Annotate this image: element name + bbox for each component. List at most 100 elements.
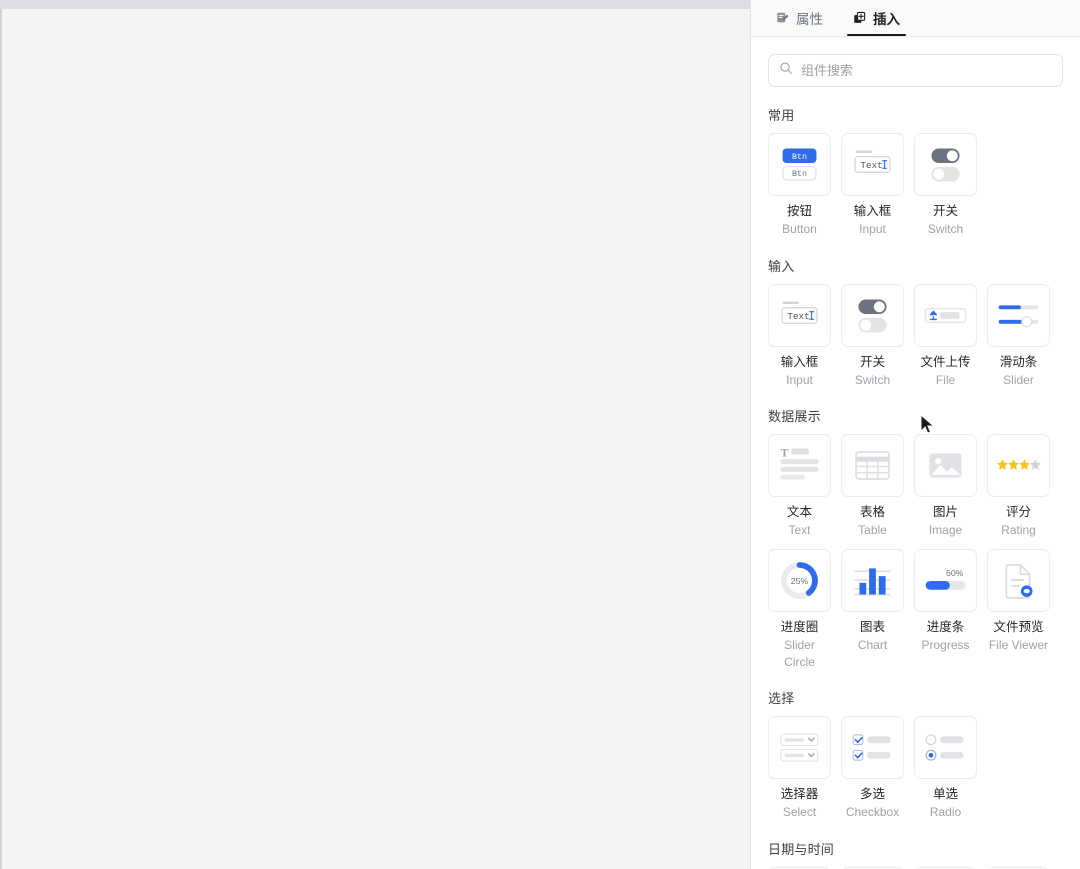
component-card-image[interactable]: 图片 Image [914,434,977,539]
component-search-box[interactable] [768,54,1063,87]
component-label-cn: 表格 [859,505,885,520]
svg-text:Text: Text [860,160,882,171]
component-card-select[interactable]: 选择器 Select [768,716,831,821]
svg-text:Btn: Btn [792,153,807,162]
component-label-cn: 进度条 [926,620,965,635]
component-card-slider[interactable]: 滑动条 Slider [987,283,1050,389]
component-card-table[interactable]: 表格 Table [841,434,904,539]
panel-tabbar: 属性 插入 [751,0,1080,37]
component-card-text[interactable]: T 文本 Text [768,434,831,539]
component-grid-input: Text 输入框 Input 开关 Switch 文件上传 File 滑动条 S… [768,283,1063,389]
component-card-rating[interactable]: 评分 Rating [987,434,1050,539]
component-label-en: Slider [1003,372,1034,387]
checkbox-component-icon [841,716,904,780]
table-component-icon [841,434,904,498]
component-label-cn: 按钮 [786,204,812,218]
search-icon [779,61,793,80]
tab-insert-label: 插入 [873,12,900,27]
svg-text:60%: 60% [946,568,964,578]
component-label-en: Progress [921,637,970,652]
component-label-cn: 图表 [859,620,885,635]
component-grid-selection: 选择器 Select 多选 Checkbox 单选 Radio [768,716,1063,821]
component-label-cn: 开关 [859,354,885,369]
component-label-en: Text [788,523,811,538]
svg-text:T: T [781,447,789,460]
file-upload-component-icon [914,283,977,347]
button-component-icon: Btn Btn [768,133,831,196]
section-title-selection: 选择 [768,691,795,707]
search-input[interactable] [801,55,1052,86]
svg-text:25%: 25% [791,576,809,586]
component-label-cn: 滑动条 [999,354,1038,369]
progress-bar-component-icon: 60% [914,549,977,613]
chart-component-icon [841,549,904,613]
design-canvas[interactable] [0,0,751,869]
component-label-en: Input [859,221,886,236]
select-component-icon [768,716,831,780]
component-card-checkbox[interactable]: 多选 Checkbox [841,716,904,821]
section-input: 输入 Text 输入框 Input 开关 Switch 文件上传 File 滑动… [768,256,1063,389]
component-card-input[interactable]: Text 输入框 Input [768,283,831,389]
section-title-date-time: 日期与时间 [768,842,835,858]
switch-component-icon [914,133,977,196]
section-title-input: 输入 [768,258,795,274]
component-label-cn: 文本 [786,505,812,520]
section-data-display: 数据展示 T 文本 Text 表格 Table 图片 Image 评分 Rati… [768,406,1063,670]
image-component-icon [914,434,977,498]
component-label-cn: 开关 [932,204,958,218]
search-section [768,37,1063,87]
component-label-cn: 输入框 [853,204,892,218]
tab-properties-label: 属性 [796,12,823,27]
component-label-cn: 单选 [932,787,958,802]
component-grid-common: Btn Btn 按钮 Button Text 输入框 Input 开关 Swit… [768,133,1063,238]
component-label-en: File Viewer [988,637,1049,652]
component-label-en: Checkbox [845,805,900,820]
component-card-input[interactable]: Text 输入框 Input [841,133,904,238]
component-label-cn: 文件预览 [993,620,1044,635]
rating-component-icon [987,434,1050,498]
right-panel: 属性 插入 组件搜索 常用 Btn Btn 按钮 Button Text 输入框… [751,0,1080,869]
component-label-en: Switch [927,221,964,236]
component-label-en: Select [782,805,817,820]
component-label-en: File [935,372,956,387]
svg-text:Btn: Btn [792,170,807,179]
panel-scroll-body[interactable]: 常用 Btn Btn 按钮 Button [751,37,1080,869]
component-label-cn: 输入框 [780,354,819,369]
canvas-sheet[interactable] [0,9,750,869]
slider-component-icon [987,283,1050,347]
canvas-top-strip [0,0,750,9]
component-label-en: Image [928,523,963,538]
component-card-progress-bar[interactable]: 60% 进度条 Progress [914,549,977,670]
component-card-switch[interactable]: 开关 Switch [914,133,977,238]
component-card-file-upload[interactable]: 文件上传 File [914,283,977,389]
component-label-en: Button [782,221,817,236]
component-label-en: Chart [857,637,888,652]
input-component-icon: Text [841,133,904,196]
component-card-button[interactable]: Btn Btn 按钮 Button [768,133,831,238]
component-label-cn: 选择器 [780,787,819,802]
properties-icon [776,11,790,25]
component-label-en: Switch [854,372,891,387]
radio-component-icon [914,716,977,780]
section-title-data-display: 数据展示 [768,409,821,425]
component-card-switch[interactable]: 开关 Switch [841,283,904,389]
component-label-en: Radio [929,805,962,820]
component-label-cn: 评分 [1005,505,1031,520]
component-label-cn: 多选 [859,787,885,802]
component-card-file-viewer[interactable]: 文件预览 File Viewer [987,549,1050,670]
section-date-time: 日期与时间 [768,839,1063,869]
component-card-radio[interactable]: 单选 Radio [914,716,977,821]
switch-component-icon [841,283,904,347]
file-viewer-component-icon [987,549,1050,613]
component-label-en: Rating [1001,523,1036,538]
component-card-chart[interactable]: 图表 Chart [841,549,904,670]
mouse-cursor [920,413,936,441]
app-root: 属性 插入 组件搜索 常用 Btn Btn 按钮 Button Text 输入框… [0,0,1080,869]
component-label-cn: 文件上传 [920,354,971,369]
section-title-common: 常用 [768,108,795,123]
tab-insert[interactable]: 插入 [845,0,908,36]
input-component-icon: Text [768,283,831,347]
tab-properties[interactable]: 属性 [768,0,831,36]
section-common: 常用 Btn Btn 按钮 Button Text 输入框 Input 开关 S… [768,105,1063,238]
component-card-progress-circle[interactable]: 25% 进度圈 Slider Circle [768,549,831,670]
